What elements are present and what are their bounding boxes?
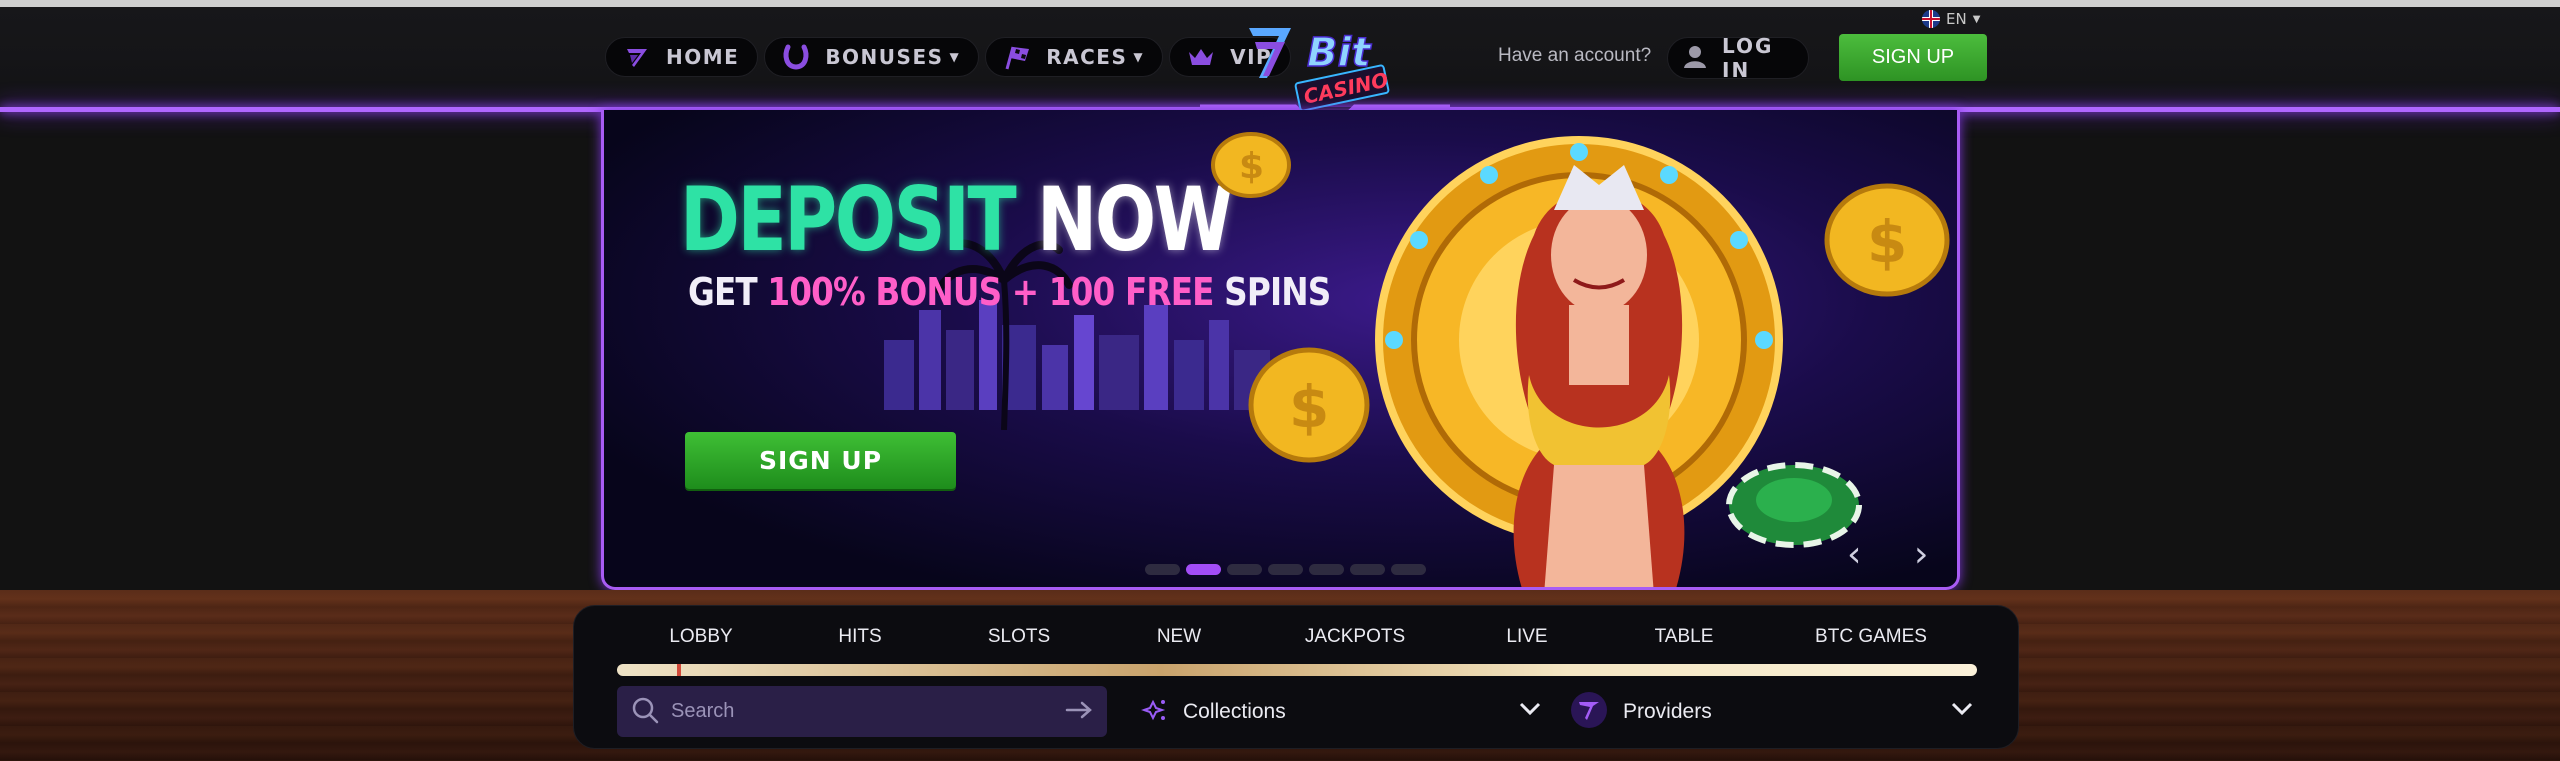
collections-dropdown[interactable]: Collections <box>1140 686 1541 737</box>
language-code: EN <box>1946 10 1967 28</box>
poker-chip-icon <box>1726 462 1862 548</box>
svg-text:$: $ <box>1867 208 1907 276</box>
logo-seven-mark <box>1249 28 1291 78</box>
nav-races[interactable]: RACES ▼ <box>985 37 1164 77</box>
tab-scroll-track <box>617 664 1977 676</box>
uk-flag-icon <box>1922 10 1940 28</box>
chevron-down-icon <box>1519 701 1541 720</box>
tab-table[interactable]: TABLE <box>1655 626 1714 648</box>
promo-banner[interactable]: DEPOSIT NOW GET 100% BONUS + 100 FREE SP… <box>601 110 1960 590</box>
games-filter-panel: LOBBY HITS SLOTS NEW JACKPOTS LIVE TABLE… <box>573 605 2019 749</box>
carousel-dot[interactable] <box>1350 564 1385 575</box>
carousel-dot[interactable] <box>1227 564 1262 575</box>
tab-new[interactable]: NEW <box>1157 626 1201 648</box>
horseshoe-icon <box>781 42 811 72</box>
language-selector[interactable]: EN ▼ <box>1922 10 1980 28</box>
gold-coin-icon: $ <box>1824 183 1950 297</box>
racing-flag-icon <box>1002 42 1032 72</box>
tab-slots[interactable]: SLOTS <box>988 626 1050 648</box>
nav-bonuses-label: BONUSES <box>825 45 944 69</box>
nav-home[interactable]: HOME <box>605 37 759 77</box>
carousel-dot[interactable] <box>1268 564 1303 575</box>
carousel-dot-active[interactable] <box>1186 564 1221 575</box>
nav-home-label: HOME <box>666 45 740 69</box>
carousel-dots <box>1145 564 1426 575</box>
carousel-dot[interactable] <box>1145 564 1180 575</box>
user-icon <box>1682 43 1708 74</box>
chevron-down-icon <box>1951 701 1973 720</box>
banner-subtitle-bonus: 100% BONUS + 100 FREE <box>767 270 1214 314</box>
chevron-down-icon: ▼ <box>1972 13 1981 25</box>
crown-icon <box>1186 42 1216 72</box>
game-category-tabs: LOBBY HITS SLOTS NEW JACKPOTS LIVE TABLE… <box>574 626 2018 656</box>
arrow-right-icon[interactable] <box>1065 700 1093 724</box>
providers-label: Providers <box>1623 699 1712 723</box>
providers-dropdown[interactable]: Providers <box>1569 686 1973 737</box>
tab-hits[interactable]: HITS <box>838 626 881 648</box>
gold-coin-icon: $ <box>1211 132 1291 198</box>
login-label: LOG IN <box>1722 34 1774 82</box>
sparkle-collections-icon <box>1140 696 1169 728</box>
tab-lobby[interactable]: LOBBY <box>669 626 732 648</box>
search-icon <box>631 696 659 728</box>
bitcasino-mark-icon <box>622 42 652 72</box>
showgirl-illustration <box>1513 165 1685 587</box>
carousel-prev-arrow[interactable]: ‹ <box>1847 534 1861 575</box>
banner-subtitle-spins: SPINS <box>1224 270 1331 314</box>
active-tab-indicator <box>677 664 681 676</box>
search-input[interactable] <box>671 700 1053 723</box>
bitcasino-logo[interactable]: Bit CASINO <box>1245 22 1400 114</box>
carousel-next-arrow[interactable]: › <box>1914 534 1928 575</box>
nav-bonuses[interactable]: BONUSES ▼ <box>764 37 980 77</box>
banner-title-now: NOW <box>1036 168 1233 271</box>
nav-races-label: RACES <box>1046 45 1128 69</box>
banner-title-deposit: DEPOSIT <box>680 168 1017 271</box>
login-button[interactable]: LOG IN <box>1667 34 1809 82</box>
carousel-dot[interactable] <box>1309 564 1344 575</box>
svg-text:$: $ <box>1239 146 1264 187</box>
header-signup-button[interactable]: SIGN UP <box>1839 34 1987 81</box>
main-nav: HOME BONUSES ▼ RACES ▼ VIP <box>605 37 1292 77</box>
banner-subtitle-get: GET <box>688 270 758 314</box>
collections-label: Collections <box>1183 699 1286 723</box>
banner-signup-button[interactable]: SIGN UP <box>685 432 956 489</box>
game-search-box[interactable] <box>617 686 1107 737</box>
svg-text:$: $ <box>1289 373 1329 441</box>
browser-top-strip <box>0 0 2560 7</box>
providers-gem-icon <box>1569 690 1609 734</box>
chevron-down-icon: ▼ <box>949 50 961 64</box>
carousel-dot[interactable] <box>1391 564 1426 575</box>
banner-title: DEPOSIT NOW <box>680 168 1233 271</box>
gold-coin-icon: $ <box>1248 347 1370 463</box>
tab-btc-games[interactable]: BTC GAMES <box>1815 626 1927 648</box>
tab-jackpots[interactable]: JACKPOTS <box>1305 626 1405 648</box>
banner-subtitle: GET 100% BONUS + 100 FREE SPINS <box>688 270 1331 314</box>
have-account-text: Have an account? <box>1498 45 1652 66</box>
tab-live[interactable]: LIVE <box>1506 626 1547 648</box>
chevron-down-icon: ▼ <box>1133 50 1145 64</box>
